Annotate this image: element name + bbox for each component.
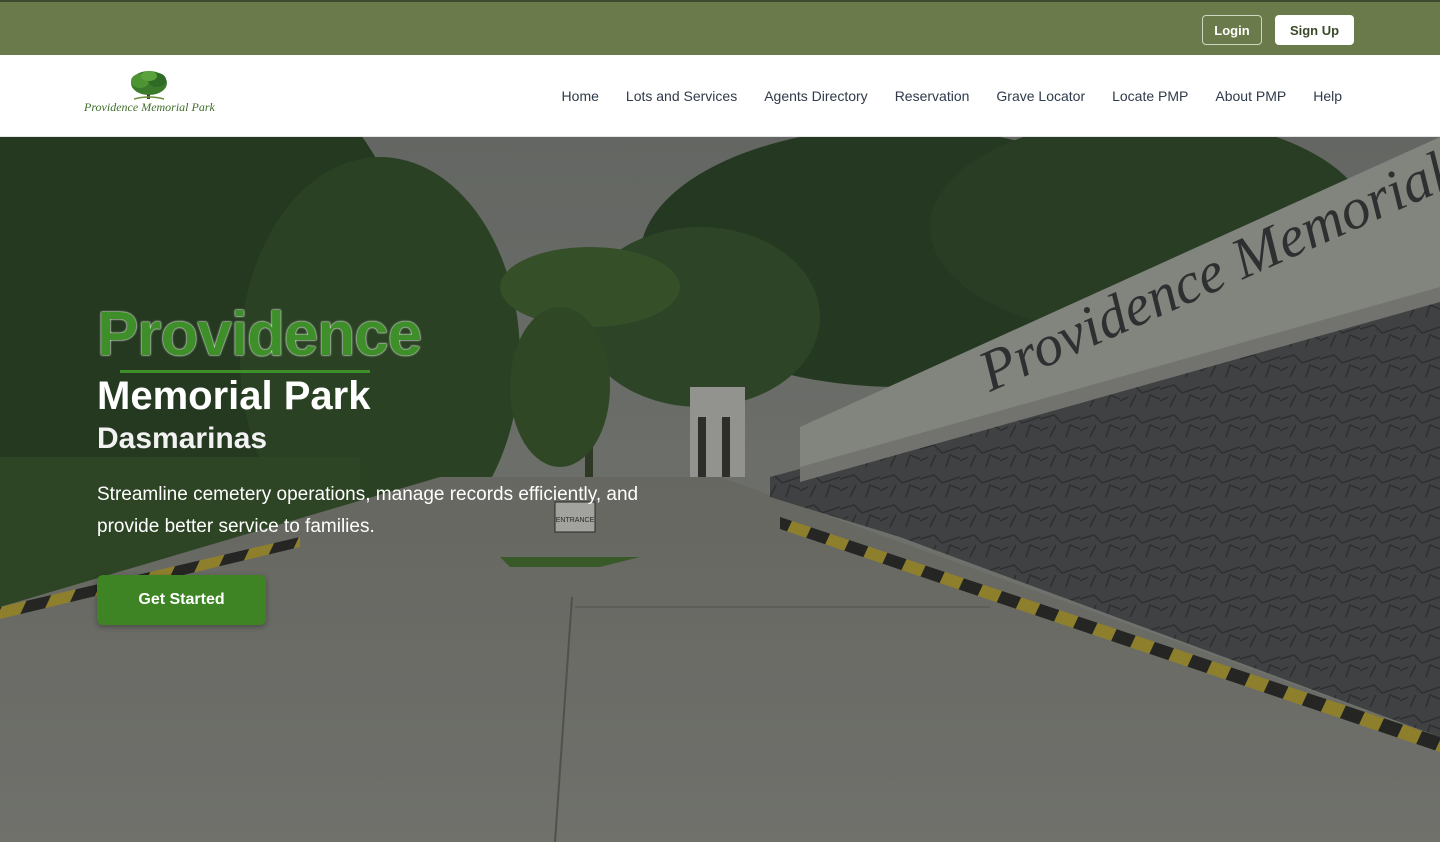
brand-logo[interactable]: Providence Memorial Park bbox=[84, 69, 224, 121]
hero-description: Streamline cemetery operations, manage r… bbox=[97, 484, 639, 537]
nav-grave-locator[interactable]: Grave Locator bbox=[996, 88, 1085, 104]
hero-section: ENTRANCE Providence Memorial Park Provid… bbox=[0, 137, 1440, 842]
hero-location: Dasmarinas bbox=[97, 422, 268, 455]
logo-text: Providence Memorial Park bbox=[84, 100, 215, 114]
login-button[interactable]: Login bbox=[1202, 15, 1262, 45]
hero-title: Providence bbox=[97, 300, 422, 369]
nav-lots-and-services[interactable]: Lots and Services bbox=[626, 88, 737, 104]
sign-up-button[interactable]: Sign Up bbox=[1275, 15, 1354, 45]
get-started-button[interactable]: Get Started bbox=[97, 575, 266, 625]
hero-subtitle: Memorial Park bbox=[97, 374, 371, 418]
nav-help[interactable]: Help bbox=[1313, 88, 1342, 104]
nav-agents-directory[interactable]: Agents Directory bbox=[764, 88, 867, 104]
nav-locate-pmp[interactable]: Locate PMP bbox=[1112, 88, 1188, 104]
tree-logo-icon bbox=[131, 71, 167, 100]
nav-home[interactable]: Home bbox=[562, 88, 599, 104]
main-navbar: Providence Memorial Park Home Lots and S… bbox=[0, 55, 1440, 137]
nav-about-pmp[interactable]: About PMP bbox=[1215, 88, 1286, 104]
hero-title-underline bbox=[120, 370, 370, 373]
nav-reservation[interactable]: Reservation bbox=[895, 88, 970, 104]
nav-links: Home Lots and Services Agents Directory … bbox=[562, 55, 1342, 137]
top-bar: Login Sign Up bbox=[0, 0, 1440, 55]
